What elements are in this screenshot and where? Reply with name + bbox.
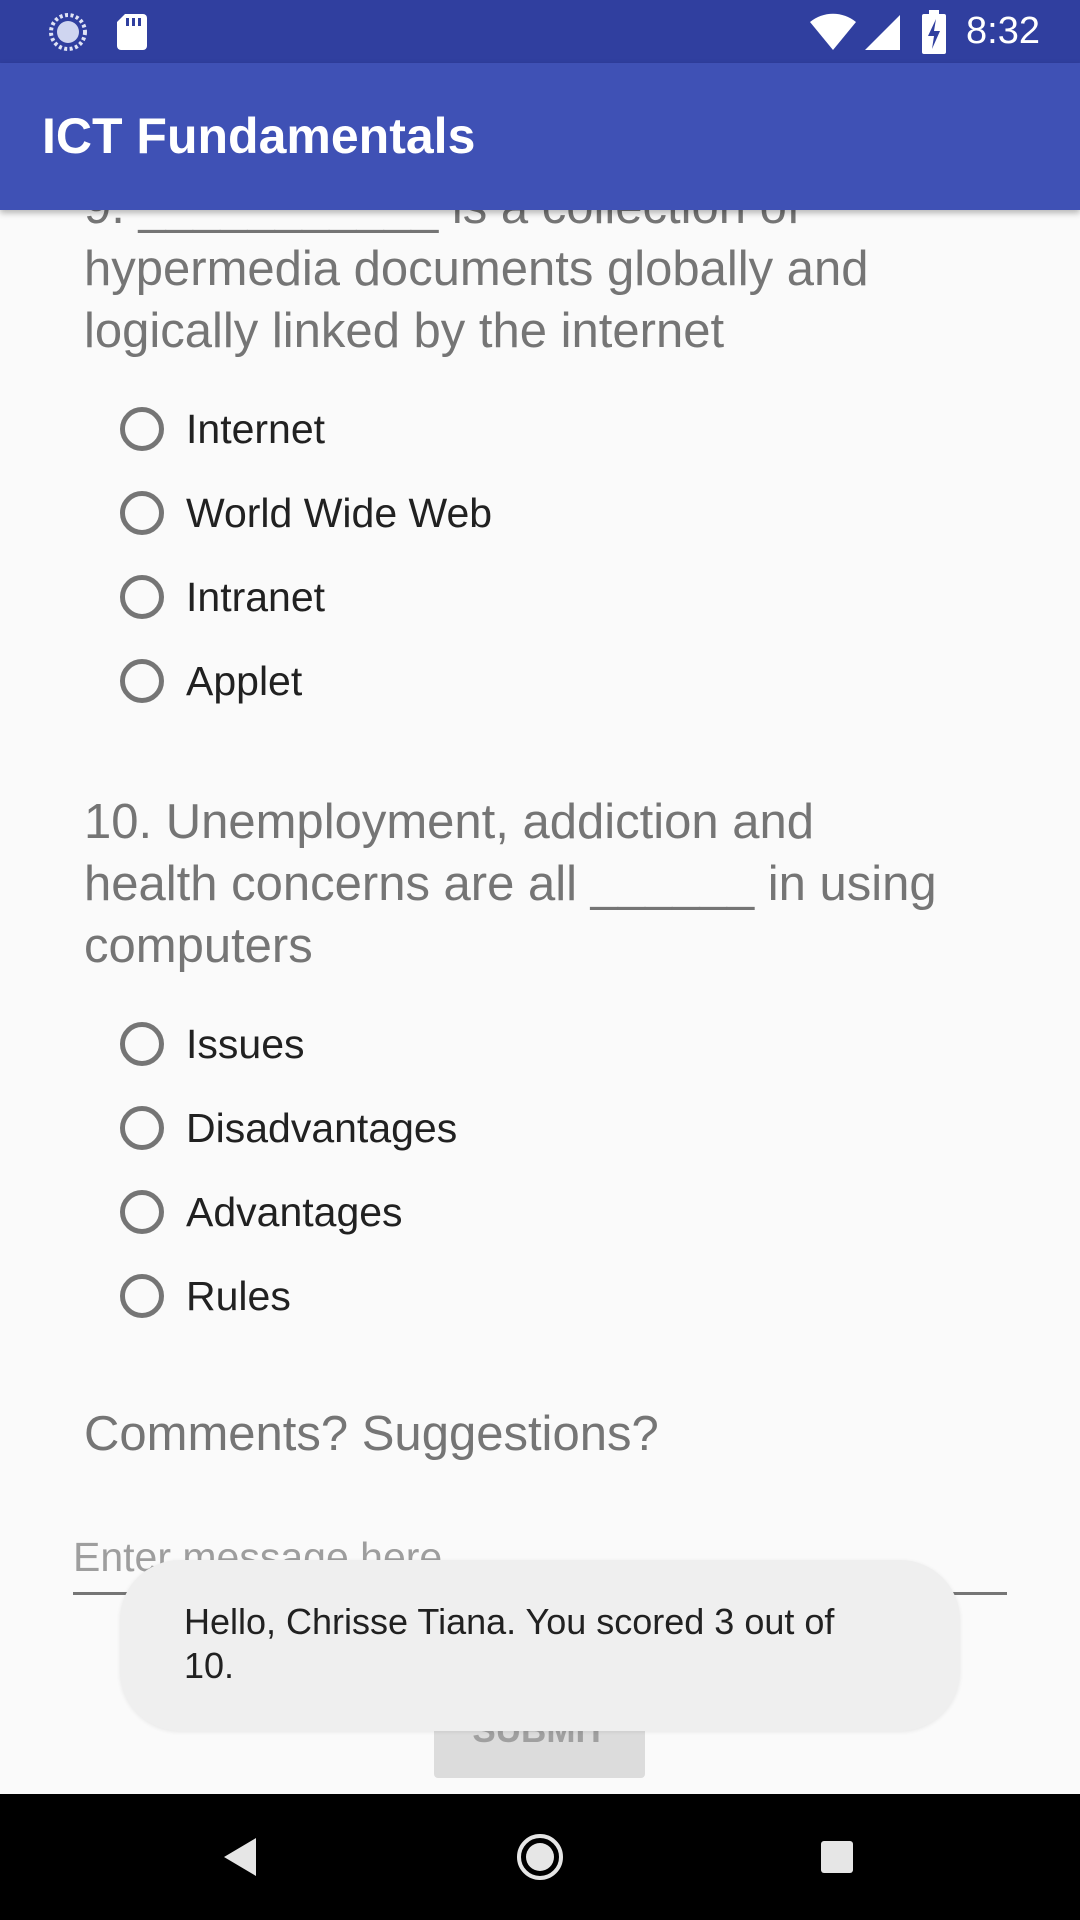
option-label: Rules <box>186 1272 291 1319</box>
radio-button-icon[interactable] <box>120 1022 164 1066</box>
option-disadvantages[interactable]: Disadvantages <box>120 1086 457 1170</box>
option-label: Issues <box>186 1020 305 1067</box>
radio-button-icon[interactable] <box>120 407 164 451</box>
option-issues[interactable]: Issues <box>120 1002 457 1086</box>
question-9-text: 9. ___________ is a collection of hyperm… <box>84 210 869 358</box>
option-label: Disadvantages <box>186 1104 458 1151</box>
option-intranet[interactable]: Intranet <box>120 555 492 639</box>
option-rules[interactable]: Rules <box>120 1254 457 1338</box>
radio-button-icon[interactable] <box>120 1274 164 1318</box>
navigation-bar <box>0 1794 1080 1920</box>
sd-card-icon <box>114 0 150 63</box>
score-toast: Hello, Chrisse Tiana. You scored 3 out o… <box>120 1560 960 1731</box>
option-label: World Wide Web <box>186 489 493 536</box>
option-internet[interactable]: Internet <box>120 387 492 471</box>
quiz-content[interactable]: 9. ___________ is a collection of hyperm… <box>0 210 1080 1794</box>
app-title: ICT Fundamentals <box>42 108 476 164</box>
cell-signal-icon <box>862 0 902 63</box>
option-applet[interactable]: Applet <box>120 639 492 723</box>
question-9-options: Internet World Wide Web Intranet Applet <box>120 387 492 723</box>
toast-message: Hello, Chrisse Tiana. You scored 3 out o… <box>184 1601 835 1686</box>
option-label: Applet <box>186 657 303 704</box>
radio-button-icon[interactable] <box>120 659 164 703</box>
sync-icon <box>46 0 90 63</box>
radio-button-icon[interactable] <box>120 491 164 535</box>
radio-button-icon[interactable] <box>120 1106 164 1150</box>
battery-charging-icon <box>920 0 948 63</box>
recents-icon[interactable] <box>777 1794 897 1920</box>
home-icon[interactable] <box>480 1794 600 1920</box>
question-10-options: Issues Disadvantages Advantages Rules <box>120 1002 457 1338</box>
radio-button-icon[interactable] <box>120 575 164 619</box>
question-10-text: 10. Unemployment, addiction and health c… <box>84 795 937 973</box>
option-world-wide-web[interactable]: World Wide Web <box>120 471 492 555</box>
wifi-icon <box>808 0 858 63</box>
option-advantages[interactable]: Advantages <box>120 1170 457 1254</box>
option-label: Internet <box>186 405 326 452</box>
clock-time: 8:32 <box>966 10 1040 52</box>
option-label: Intranet <box>186 573 326 620</box>
app-bar: ICT Fundamentals <box>0 63 1080 210</box>
status-bar: 8:32 <box>0 0 1080 63</box>
comments-heading: Comments? Suggestions? <box>84 1407 659 1461</box>
back-icon[interactable] <box>180 1794 300 1920</box>
option-label: Advantages <box>186 1188 403 1235</box>
radio-button-icon[interactable] <box>120 1190 164 1234</box>
